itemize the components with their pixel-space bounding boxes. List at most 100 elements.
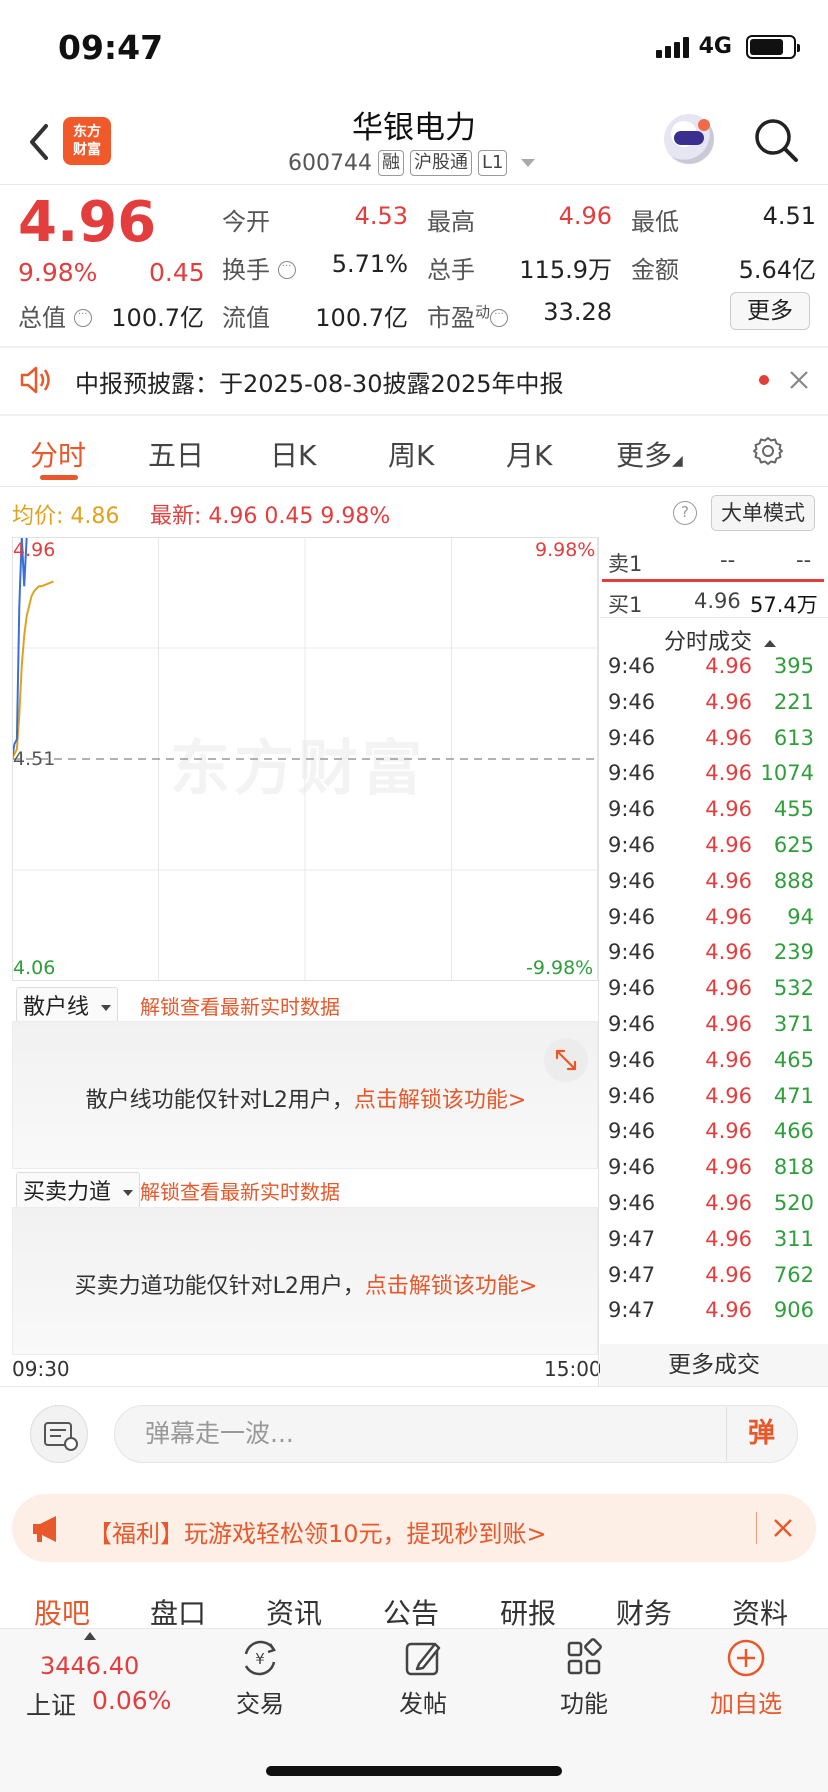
expand-icon[interactable] [544, 1038, 588, 1082]
trade-volume: 532 [773, 976, 814, 1001]
retail-locked-message[interactable]: 散户线功能仅针对L2用户，点击解锁该功能> [13, 1082, 599, 1114]
trade-volume: 762 [773, 1262, 814, 1287]
trade-time: 9:46 [608, 1047, 656, 1072]
danmaku-toggle-icon[interactable] [30, 1405, 88, 1463]
trade-volume: 395 [773, 654, 814, 678]
stat-value-low: 4.51 [762, 202, 816, 230]
chart-frame [12, 537, 598, 981]
trade-time: 9:46 [608, 833, 656, 857]
notice-text[interactable]: 中报预披露：于2025-08-30披露2025年中报 [75, 364, 564, 399]
stock-code-line[interactable]: 600744 融 沪股通 L1 [288, 150, 536, 176]
more-stats-button[interactable]: 更多 [730, 292, 810, 330]
force-unlock-link[interactable]: 解锁查看最新实时数据 [140, 1176, 340, 1205]
tab-profile[interactable]: 资料 [732, 1592, 788, 1632]
tab-guba[interactable]: 股吧 [34, 1592, 90, 1632]
trade-time: 9:46 [608, 1119, 656, 1144]
trade-price: 4.96 [705, 654, 752, 678]
retail-unlock-link[interactable]: 解锁查看最新实时数据 [140, 991, 340, 1020]
close-icon[interactable] [772, 1517, 794, 1539]
trade-volume: 625 [773, 833, 814, 857]
help-icon[interactable]: ? [673, 501, 697, 525]
close-icon[interactable] [788, 369, 810, 391]
info-icon[interactable]: ··· [73, 309, 92, 327]
trade-time: 9:46 [608, 797, 656, 822]
info-icon[interactable]: ··· [490, 309, 509, 327]
grid-icon [567, 1638, 602, 1675]
stat-label-volume: 总手 [427, 256, 475, 284]
nav-add-watchlist[interactable]: 加自选 [691, 1636, 801, 1719]
trade-row: 9:47 4.96 311 [608, 1227, 818, 1263]
force-locked-message[interactable]: 买卖力道功能仅针对L2用户，点击解锁该功能> [13, 1268, 599, 1300]
change-percent: 9.98% [18, 258, 98, 287]
tab-weekly-k[interactable]: 周K [388, 434, 434, 474]
tab-daily-k[interactable]: 日K [270, 434, 316, 474]
y-label-top: 4.96 [13, 539, 56, 561]
nav-trade[interactable]: ¥ 交易 [205, 1636, 315, 1719]
unread-dot [759, 375, 769, 385]
pct-label-bottom: -9.98% [526, 957, 594, 979]
promo-text[interactable]: 【福利】玩游戏轻松领10元，提现秒到账> [88, 1514, 547, 1549]
stat-label-market-cap[interactable]: 总值 ··· [18, 298, 92, 333]
index-name[interactable]: 上证 [26, 1686, 76, 1722]
trade-price: 4.96 [705, 1083, 752, 1108]
trade-price: 4.96 [705, 868, 752, 893]
orderbook-divider [602, 579, 824, 582]
trade-row: 9:46 4.96 520 [608, 1191, 818, 1227]
trade-price: 4.96 [705, 1191, 752, 1215]
trade-time: 9:46 [608, 904, 656, 929]
force-dropdown[interactable]: 买卖力道 [16, 1172, 141, 1208]
sell1-price: -- [720, 548, 736, 572]
trade-time: 9:47 [608, 1298, 656, 1323]
trade-volume: 888 [773, 868, 814, 893]
home-indicator[interactable] [266, 1766, 562, 1776]
tab-finance[interactable]: 财务 [616, 1592, 672, 1632]
chevron-down-icon [521, 159, 536, 167]
danmaku-input[interactable]: 弹幕走一波... [114, 1405, 798, 1463]
settings-icon[interactable] [752, 435, 784, 467]
trade-time: 9:47 [608, 1226, 656, 1251]
search-icon[interactable] [752, 116, 800, 164]
danmaku-send-button[interactable]: 弹 [726, 1407, 796, 1461]
edit-icon [405, 1642, 441, 1676]
trade-row: 9:46 4.96 465 [608, 1048, 818, 1084]
tab-announcements[interactable]: 公告 [383, 1592, 439, 1632]
trade-time: 9:46 [608, 1191, 656, 1215]
big-order-mode-button[interactable]: 大单模式 [711, 495, 815, 531]
trade-row: 9:46 4.96 888 [608, 869, 818, 905]
trade-icon: ¥ [244, 1640, 276, 1676]
trades-title[interactable]: 分时成交 [664, 624, 777, 656]
nav-functions[interactable]: 功能 [529, 1636, 639, 1719]
robot-assistant-icon[interactable] [664, 114, 714, 164]
trade-price: 4.96 [705, 1226, 752, 1251]
column-divider [598, 537, 599, 1386]
tab-intraday[interactable]: 分时 [30, 434, 86, 474]
chevron-down-icon [123, 1190, 134, 1196]
signal-icon [655, 36, 689, 58]
index-percent[interactable]: 0.06% [92, 1686, 171, 1715]
info-icon[interactable]: ··· [277, 261, 296, 279]
current-price: 4.96 [18, 190, 157, 255]
tab-research[interactable]: 研报 [500, 1592, 556, 1632]
trade-time: 9:47 [608, 1262, 656, 1287]
retail-line-dropdown[interactable]: 散户线 [16, 987, 119, 1023]
tab-more[interactable]: 更多◢ [616, 434, 683, 474]
index-value[interactable]: 3446.40 [40, 1652, 139, 1680]
trade-volume: 455 [773, 797, 814, 822]
tab-news[interactable]: 资讯 [266, 1592, 322, 1632]
stat-label-pe[interactable]: 市盈动 ··· [427, 298, 509, 333]
buy1-label: 买1 [608, 593, 643, 617]
latest-price-line: 最新: 4.96 0.45 9.98% [150, 504, 391, 529]
stat-label-turnover[interactable]: 换手 ··· [222, 250, 296, 285]
buy1-price: 4.96 [694, 589, 741, 613]
tabs-divider [0, 486, 828, 487]
pct-label-top: 9.98% [535, 539, 596, 561]
trade-volume: 520 [773, 1191, 814, 1215]
more-trades-button[interactable]: 更多成交 [600, 1344, 828, 1386]
stat-label-amount: 金额 [631, 256, 679, 284]
nav-post[interactable]: 发帖 [368, 1636, 478, 1719]
tab-monthly-k[interactable]: 月K [506, 434, 552, 474]
tag-margin: 融 [377, 150, 404, 176]
tab-pankou[interactable]: 盘口 [150, 1592, 206, 1632]
chart-bottom-divider [0, 1386, 828, 1387]
tab-five-day[interactable]: 五日 [148, 434, 204, 474]
